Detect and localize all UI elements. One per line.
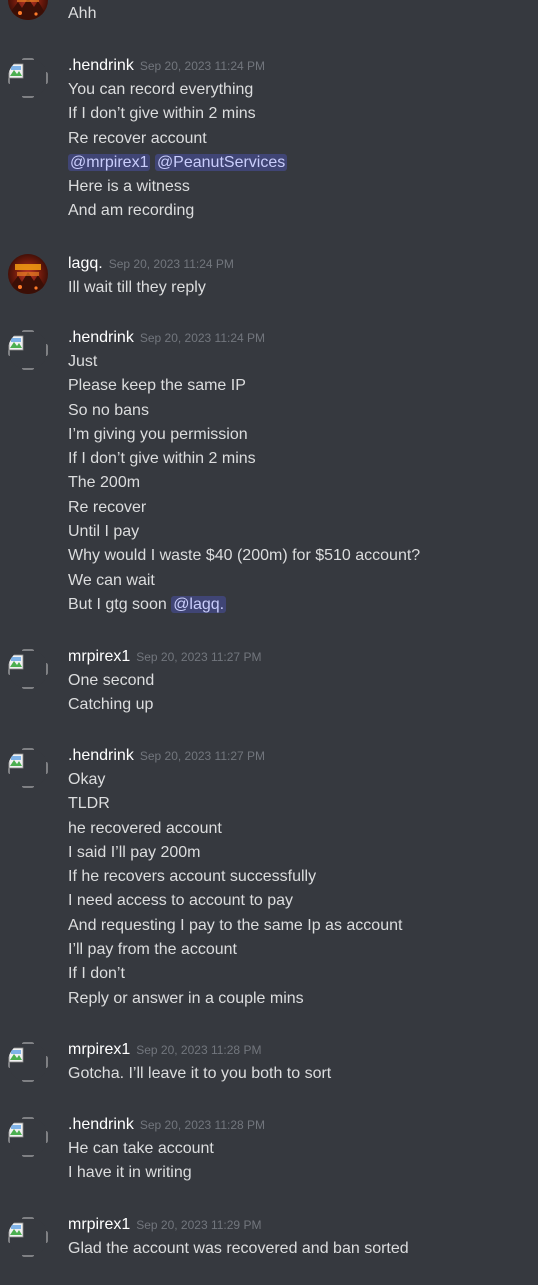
message-line: he recovered account <box>68 819 222 837</box>
message-line: Please keep the same IP <box>68 377 246 395</box>
author-name[interactable]: .hendrink <box>68 57 134 74</box>
message-line: Okay <box>68 771 106 788</box>
user-mention[interactable]: @PeanutServices <box>154 153 288 171</box>
chat-log: Ahh .hendrink Sep 20, 2023 11:24 PM You c… <box>0 0 538 1285</box>
message-line: And am recording <box>68 202 195 220</box>
message-line: If I don’t <box>68 965 125 983</box>
message-line: I’m giving you permission <box>68 425 248 443</box>
broken-image-avatar[interactable] <box>8 1042 48 1082</box>
message-lines: You can record everything If I don’t giv… <box>68 78 288 224</box>
message-line: Just <box>68 353 98 370</box>
message-line: Catching up <box>68 696 154 714</box>
author-name[interactable]: .hendrink <box>68 1116 134 1133</box>
message-line: So no bans <box>68 401 149 419</box>
message-line: I’ll pay from the account <box>68 941 237 959</box>
message-line: Until I pay <box>68 523 140 541</box>
message-lines: Just Please keep the same IP So no bans … <box>68 350 420 617</box>
message-line: Why would I waste $40 (200m) for $510 ac… <box>68 547 421 565</box>
message-line: Here is a witness <box>68 178 190 196</box>
message-line: Ill wait till they reply <box>68 279 206 296</box>
message-line: But I gtg soon @lagq. <box>68 593 420 617</box>
message-line: He can take account <box>68 1140 214 1157</box>
message-timestamp[interactable]: Sep 20, 2023 11:24 PM <box>109 257 234 271</box>
message-timestamp[interactable]: Sep 20, 2023 11:27 PM <box>136 650 261 664</box>
message-line: I have it in writing <box>68 1164 192 1182</box>
message-lines: Gotcha. I’ll leave it to you both to sor… <box>68 1062 331 1086</box>
message-lines: Ill wait till they reply <box>68 276 206 300</box>
message-lines: Okay TLDR he recovered account I said I’… <box>68 768 402 1011</box>
message-line: Re recover account <box>68 129 207 147</box>
message-line: One second <box>68 672 155 689</box>
message-line: Gotcha. I’ll leave it to you both to sor… <box>68 1065 332 1082</box>
message-line: Re recover <box>68 498 147 516</box>
author-name[interactable]: .hendrink <box>68 747 134 764</box>
message-line: If I don’t give within 2 mins <box>68 105 256 123</box>
broken-image-avatar[interactable] <box>8 748 48 788</box>
message-line: If I don’t give within 2 mins <box>68 450 256 468</box>
lava-avatar[interactable] <box>8 0 48 20</box>
message-lines: One second Catching up <box>68 669 154 718</box>
broken-image-avatar[interactable] <box>8 330 48 370</box>
line-text: But I gtg soon <box>68 595 172 613</box>
message-line: The 200m <box>68 474 141 492</box>
message-line: And requesting I pay to the same Ip as a… <box>68 916 403 934</box>
message-lines: He can take account I have it in writing <box>68 1137 214 1186</box>
user-mention[interactable]: @lagq. <box>171 595 227 613</box>
message-line: I need access to account to pay <box>68 892 294 910</box>
message-timestamp[interactable]: Sep 20, 2023 11:24 PM <box>140 59 265 73</box>
message-timestamp[interactable]: Sep 20, 2023 11:28 PM <box>136 1043 261 1057</box>
message-line: I said I’ll pay 200m <box>68 843 201 861</box>
message-line: @mrpirex1 @PeanutServices <box>68 151 288 175</box>
message-line: If he recovers account successfully <box>68 868 317 886</box>
author-name[interactable]: mrpirex1 <box>68 1216 130 1233</box>
message-line: Glad the account was recovered and ban s… <box>68 1240 409 1257</box>
broken-image-avatar[interactable] <box>8 1217 48 1257</box>
author-name[interactable]: mrpirex1 <box>68 1041 130 1058</box>
user-mention[interactable]: @mrpirex1 <box>68 153 151 171</box>
message-timestamp[interactable]: Sep 20, 2023 11:29 PM <box>136 1218 261 1232</box>
message-line: We can wait <box>68 571 155 589</box>
message-line: Reply or answer in a couple mins <box>68 989 304 1007</box>
message-timestamp[interactable]: Sep 20, 2023 11:24 PM <box>140 331 265 345</box>
broken-image-avatar[interactable] <box>8 58 48 98</box>
message-timestamp[interactable]: Sep 20, 2023 11:27 PM <box>140 749 265 763</box>
message-timestamp[interactable]: Sep 20, 2023 11:28 PM <box>140 1118 265 1132</box>
broken-image-avatar[interactable] <box>8 649 48 689</box>
message-line: Ahh <box>68 5 97 22</box>
author-name[interactable]: mrpirex1 <box>68 648 130 665</box>
author-name[interactable]: lagq. <box>68 255 103 272</box>
message-line: You can record everything <box>68 81 254 98</box>
author-name[interactable]: .hendrink <box>68 329 134 346</box>
broken-image-avatar[interactable] <box>8 1117 48 1157</box>
message-line: TLDR <box>68 795 110 813</box>
lava-avatar[interactable] <box>8 254 48 294</box>
message-lines: Glad the account was recovered and ban s… <box>68 1237 409 1261</box>
